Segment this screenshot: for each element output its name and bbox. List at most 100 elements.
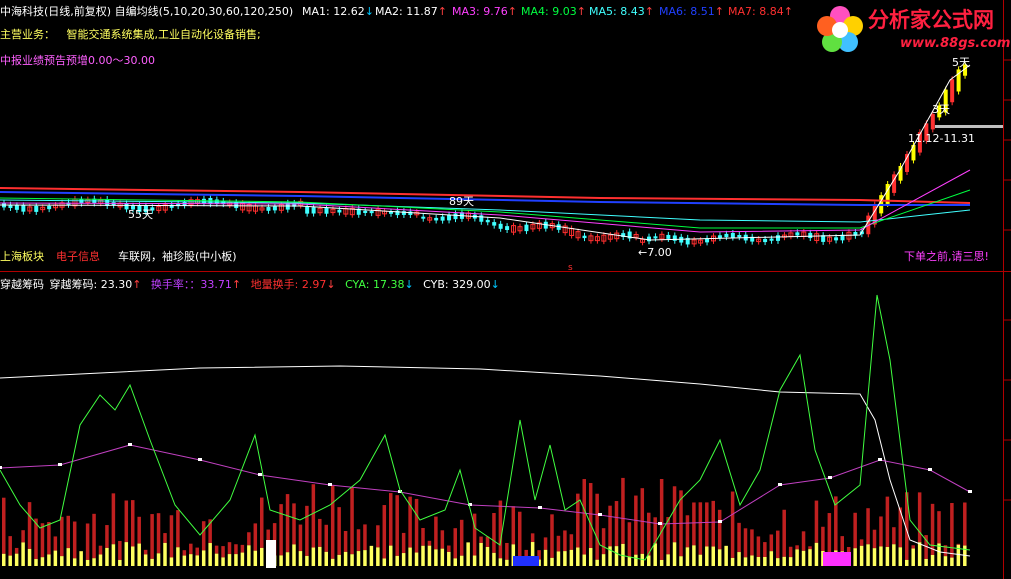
volume-bar-red — [98, 545, 103, 555]
sector-concept: 车联网，袖珍股(中小板) — [118, 250, 237, 263]
volume-bar-yellow — [814, 542, 819, 566]
volume-bar-yellow — [337, 554, 341, 566]
volume-bar-yellow — [698, 554, 703, 566]
volume-bar-yellow — [711, 546, 715, 566]
volume-bar-red — [698, 502, 703, 555]
volume-bar-red — [453, 528, 457, 559]
volume-bar-red — [692, 502, 696, 546]
volume-bar-yellow — [801, 550, 806, 566]
volume-bar-red — [827, 513, 832, 558]
candle-body — [21, 205, 26, 212]
volume-highlight-magenta — [823, 552, 851, 566]
volume-bar-yellow — [260, 547, 264, 566]
volume-bar-yellow — [169, 557, 174, 566]
indicator-name: 穿越筹码 — [0, 278, 44, 291]
candle-body — [485, 219, 490, 223]
volume-bar-red — [511, 506, 516, 545]
volume-bar-red — [588, 483, 593, 549]
volume-bar-yellow — [53, 550, 58, 566]
volume-bar-red — [434, 516, 438, 550]
volume-bar-yellow — [137, 543, 141, 566]
volume-bar-red — [124, 500, 129, 543]
volume-bar-red — [518, 511, 522, 560]
volume-bar-yellow — [434, 549, 438, 566]
volume-bar-yellow — [601, 554, 606, 566]
volume-bar-yellow — [363, 550, 367, 566]
volume-bar-red — [872, 529, 877, 549]
volume-bar-red — [260, 497, 264, 548]
volume-bar-yellow — [588, 548, 593, 566]
volume-bar-red — [859, 539, 864, 546]
volume-bar-yellow — [34, 559, 38, 566]
candle-body — [440, 216, 445, 221]
volume-bar-red — [14, 547, 19, 554]
volume-bar-red — [27, 502, 32, 549]
volume-bar-yellow — [382, 558, 387, 566]
business-text: 智能交通系统集成,工业自动化设备销售; — [66, 28, 261, 41]
volume-bar-red — [524, 549, 528, 557]
volume-bar-red — [330, 485, 335, 559]
volume-bar-red — [621, 477, 625, 544]
volume-bar-red — [685, 515, 690, 548]
volume-bar-red — [543, 537, 548, 550]
candle-body — [505, 226, 510, 231]
annotation-low-price: ←7.00 — [638, 246, 672, 259]
volume-bar-yellow — [808, 549, 812, 566]
candle-body — [421, 216, 426, 219]
volume-bar-red — [414, 498, 419, 553]
sector-electronics: 电子信息 — [56, 250, 100, 263]
volume-bar-red — [763, 542, 767, 557]
volume-bar-yellow — [705, 546, 709, 566]
volume-bar-red — [911, 545, 915, 549]
volume-bar-yellow — [318, 546, 322, 566]
volume-bar-yellow — [879, 546, 883, 566]
volume-bar-red — [201, 521, 206, 551]
candle-body — [453, 213, 458, 220]
volume-bar-red — [750, 529, 754, 556]
volume-bar-red — [440, 530, 445, 549]
site-logo: 分析家公式网 www.88gs.com — [812, 2, 1011, 58]
volume-bar-yellow — [395, 555, 399, 566]
forecast-text: 中报业绩预告预增0.00～30.00 — [0, 54, 155, 67]
candle-body — [717, 235, 722, 239]
volume-bar-red — [672, 486, 677, 543]
volume-bar-red — [189, 543, 193, 555]
volume-bar-yellow — [743, 557, 748, 566]
volume-bar-yellow — [305, 555, 309, 566]
volume-bar-yellow — [776, 558, 780, 566]
stock-title: 中海科技(日线,前复权) — [0, 5, 112, 18]
volume-bar-yellow — [543, 549, 548, 566]
volume-bar-yellow — [569, 549, 574, 566]
ma-title: 自编均线(5,10,20,30,60,120,250) — [114, 5, 294, 18]
warning-text: 下单之前,请三思! — [904, 250, 989, 263]
volume-bar-red — [53, 536, 58, 551]
candle-body — [911, 144, 916, 161]
volume-bar-red — [176, 510, 180, 548]
volume-bar-yellow — [350, 554, 354, 566]
volume-bar-red — [234, 544, 238, 555]
volume-bar-yellow — [911, 548, 915, 566]
volume-bar-yellow — [118, 559, 122, 566]
volume-bar-red — [214, 545, 219, 554]
volume-highlight-blue — [513, 556, 539, 566]
volume-bar-yellow — [240, 552, 245, 566]
volume-bar-red — [634, 495, 638, 555]
ma3-value: MA3: 9.76↑ — [452, 5, 517, 18]
volume-bar-red — [298, 524, 303, 552]
volume-bar-yellow — [950, 557, 954, 566]
volume-bar-yellow — [111, 544, 116, 566]
volume-bar-yellow — [479, 542, 483, 566]
volume-bar-red — [459, 519, 464, 556]
volume-bar-red — [240, 544, 245, 553]
volume-bar-yellow — [72, 558, 77, 566]
volume-bar-yellow — [730, 557, 735, 566]
ma4-value: MA4: 9.03↑ — [521, 5, 586, 18]
volume-bar-red — [530, 533, 535, 543]
volume-bar-yellow — [85, 559, 90, 566]
candle-body — [408, 211, 413, 215]
volume-bar-red — [66, 515, 70, 549]
volume-bar-red — [118, 540, 122, 560]
annotation-89-days: 89天 — [449, 195, 474, 208]
candle-body — [930, 114, 935, 130]
candle-body — [272, 206, 277, 211]
